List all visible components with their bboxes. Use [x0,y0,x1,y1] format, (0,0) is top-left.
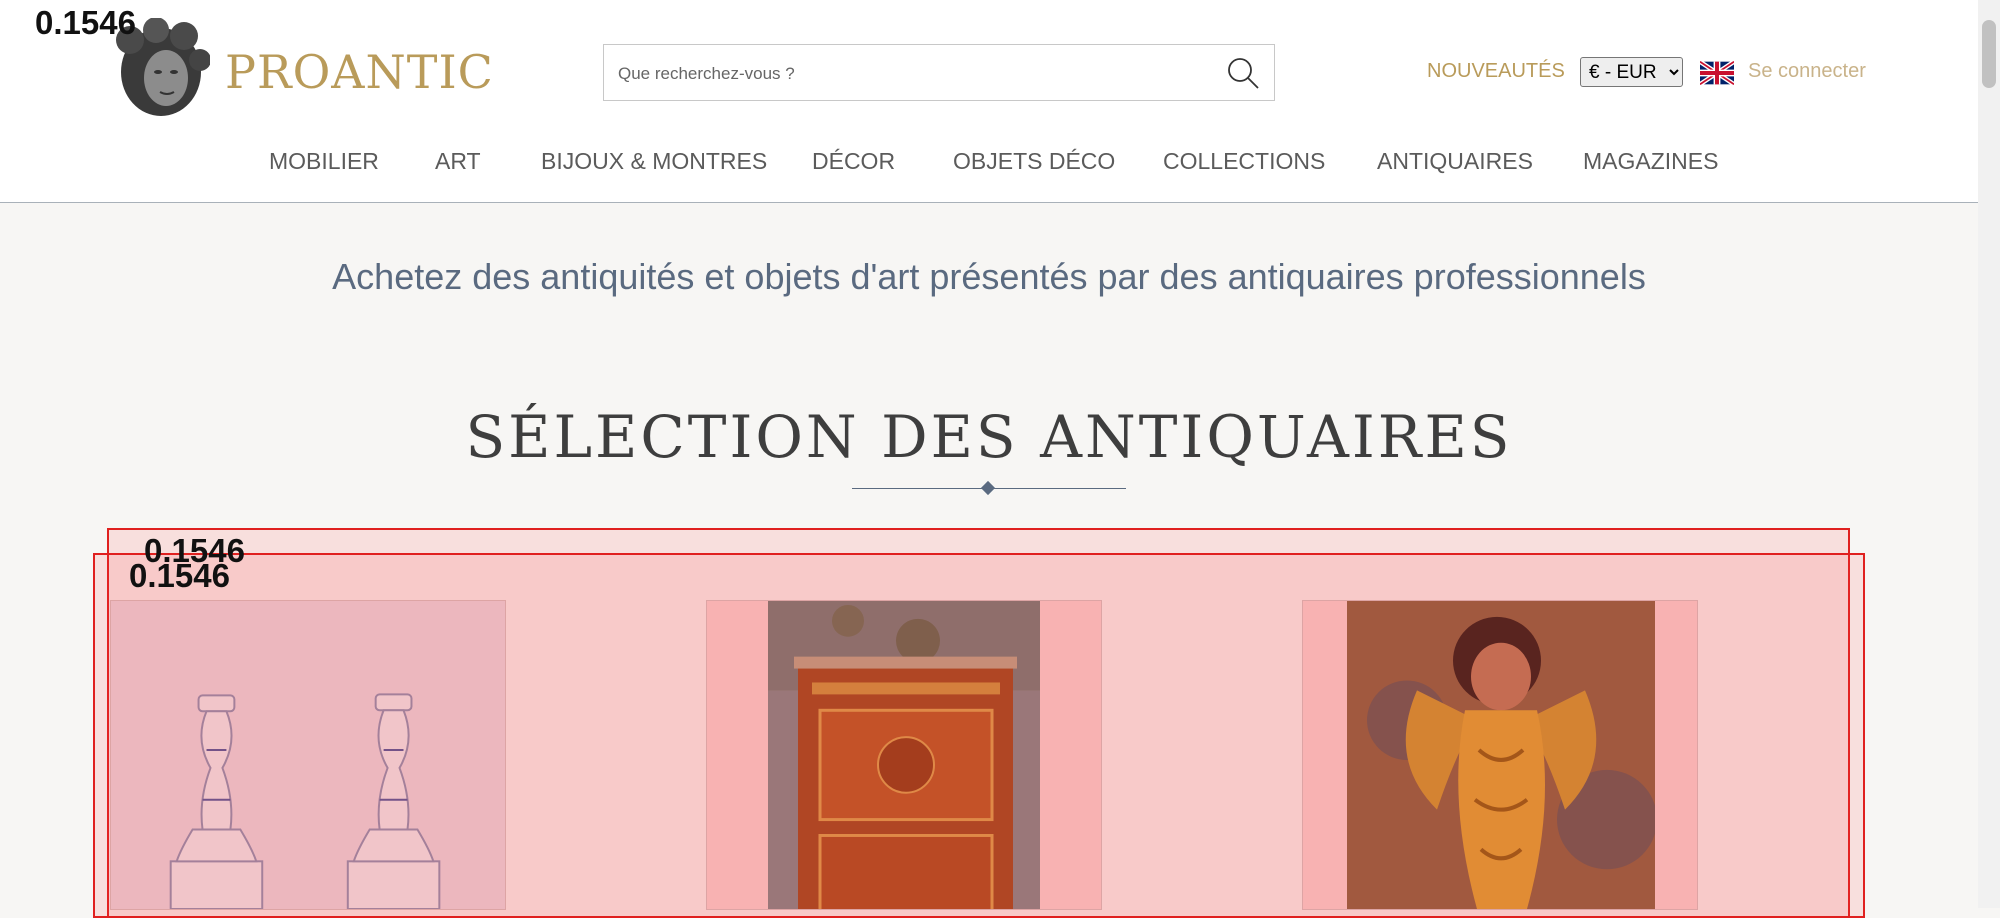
uk-flag-icon[interactable] [1700,61,1734,85]
nav-item-decor[interactable]: DÉCOR [812,148,895,175]
nouveautes-link[interactable]: NOUVEAUTÉS [1427,60,1565,83]
main-nav: MOBILIER ART BIJOUX & MONTRES DÉCOR OBJE… [0,148,1978,178]
search-input[interactable] [616,45,1200,102]
nav-item-collections[interactable]: COLLECTIONS [1163,148,1325,175]
nav-item-antiquaires[interactable]: ANTIQUAIRES [1377,148,1533,175]
detection-box-inner [93,553,1865,918]
nav-item-art[interactable]: ART [435,148,481,175]
section-title: SÉLECTION DES ANTIQUAIRES [465,403,1513,471]
search-box [603,44,1275,102]
currency-select[interactable]: € - EUR [1580,57,1683,87]
search-icon[interactable] [1225,55,1261,91]
login-link[interactable]: Se connecter [1748,60,1866,83]
site-header: PROANTIC NOUVEAUTÉS € - EUR Se connecter… [0,0,1978,203]
brand-logo-text[interactable]: PROANTIC [225,45,494,99]
score-label-top: 0.1546 [35,4,136,41]
page-tagline: Achetez des antiquités et objets d'art p… [332,256,1646,297]
nav-item-mobilier[interactable]: MOBILIER [269,148,379,175]
scrollbar-track[interactable] [1978,0,2000,908]
title-divider-diamond [980,480,996,496]
score-label-inner: 0.1546 [129,557,230,594]
nav-item-bijoux-montres[interactable]: BIJOUX & MONTRES [541,148,767,175]
nav-item-magazines[interactable]: MAGAZINES [1583,148,1718,175]
scrollbar-thumb[interactable] [1982,20,1996,88]
nav-item-objets-deco[interactable]: OBJETS DÉCO [953,148,1115,175]
